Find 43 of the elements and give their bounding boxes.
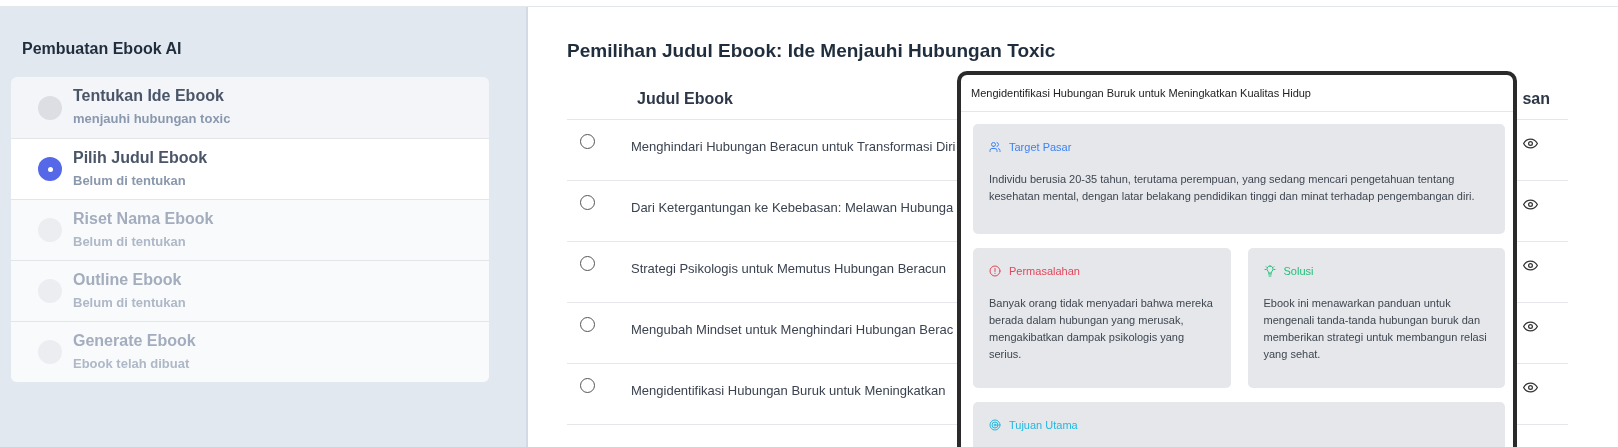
column-header: Judul Ebook [637,89,733,109]
users-icon [989,141,1001,154]
column-header: san [1522,89,1550,109]
eye-icon[interactable] [1523,320,1538,332]
radio-button[interactable] [580,377,595,393]
step-subtitle: Ebook telah dibuat [73,354,191,373]
step-subtitle: Belum di tentukan [73,293,186,312]
lightbulb-icon [1263,265,1276,278]
card-text: Ebook ini menawarkan panduan untuk mengenali tanda-tanda hubungan buruk dan memberikan strategi untuk membangun relasi yang sehat. [1263,295,1488,362]
radio-button[interactable] [580,255,595,271]
title-cell-text: Menghindari Hubungan Beracun untuk Transformasi Diri [631,137,956,156]
step-title: Pilih Judul Ebook [73,147,208,168]
eye-icon[interactable] [1523,259,1538,271]
step-subtitle: Belum di tentukan [73,232,187,251]
card-label: Solusi [1283,264,1314,279]
card-text: Banyak orang tidak menyadari bahwa mereka berada dalam hubungan yang merusak, mengakibatkan dampak psikologis yang serius. [989,295,1214,362]
card-label: Permasalahan [1009,264,1080,279]
target-icon [989,419,1001,432]
card-label: Tujuan Utama [1009,418,1078,433]
eye-icon[interactable] [1523,137,1538,149]
card-label: Target Pasar [1009,140,1072,155]
title-cell-text: Dari Ketergantungan ke Kebebasan: Melawan Hubunga [631,198,954,217]
radio-button[interactable] [580,194,595,210]
radio-button[interactable] [580,133,595,149]
page-title: Pemilihan Judul Ebook: Ide Menjauhi Hubungan Toxic [567,39,1057,63]
popover-title: Mengidentifikasi Hubungan Buruk untuk Meningkatkan Kualitas Hidup [961,75,1513,112]
title-cell-text: Mengubah Mindset untuk Menghindari Hubungan Berac [631,320,954,339]
eye-icon[interactable] [1523,198,1538,210]
step-subtitle: menjauhi hubungan toxic [73,110,231,129]
step-item[interactable]: Pilih Judul Ebook Belum di tentukan [11,138,489,199]
eye-icon[interactable] [1523,381,1538,393]
step-title: Generate Ebook [73,330,196,351]
radio-button[interactable] [580,316,595,332]
step-title: Tentukan Ide Ebook [73,86,225,107]
alert-icon [989,265,1001,278]
title-cell-text: Strategi Psikologis untuk Memutus Hubungan Beracun [631,259,947,278]
card-text: Individu berusia 20-35 tahun, terutama perempuan, yang sedang mencari pengetahuan tentang kesehatan mental, dengan latar belakang pendidikan tinggi dan minat terhadap pengembangan diri. [989,171,1476,204]
title-cell-text: Mengidentifikasi Hubungan Buruk untuk Meningkatkan [631,381,946,400]
step-subtitle: Belum di tentukan [73,171,187,190]
step-title: Outline Ebook [73,269,183,290]
sidebar-title: Pembuatan Ebook AI [21,39,183,59]
step-title: Riset Nama Ebook [73,208,214,229]
step-item[interactable]: Tentukan Ide Ebook menjauhi hubungan toxic [11,77,489,138]
